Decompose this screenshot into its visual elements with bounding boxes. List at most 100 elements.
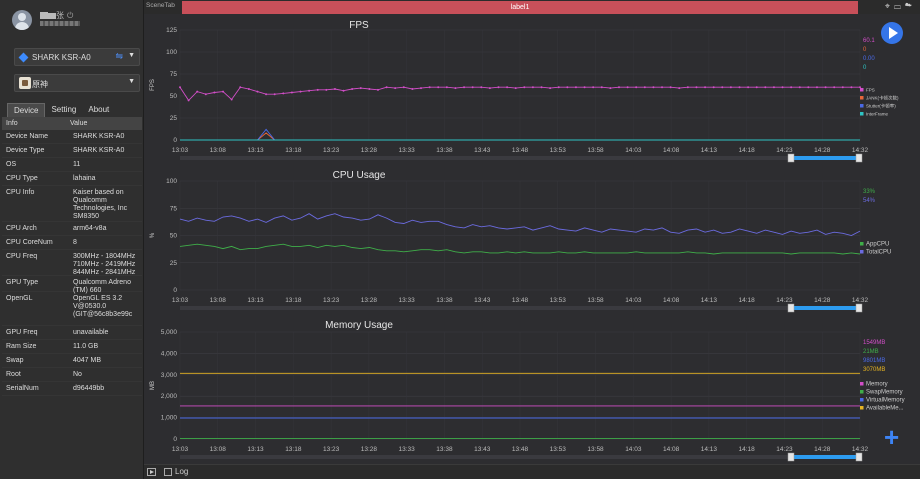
scene-label-bar[interactable]: label1 [182,1,858,14]
data-point [204,93,207,96]
legend-swatch[interactable] [860,104,864,108]
x-tick-label: 13:03 [172,147,189,154]
legend-swatch[interactable] [860,88,864,92]
scene-tab[interactable]: SceneTab [146,2,175,9]
legend-label[interactable]: JANK(卡顿次数) [866,95,899,102]
range-handle[interactable] [787,153,795,163]
legend-label[interactable]: Memory [866,382,888,388]
x-tick-label: 14:28 [814,446,831,453]
x-tick-label: 13:53 [550,147,567,154]
table-row: CPU Info Kaiser based on Qualcomm Technol… [2,186,142,222]
range-track[interactable] [180,455,860,459]
chevron-down-icon[interactable]: ▼ [128,52,135,59]
wifi-icon[interactable]: ⇋ [115,51,123,62]
y-tick-label: 3,000 [161,372,178,379]
data-point [772,86,775,89]
legend-swatch[interactable] [860,242,864,246]
x-tick-label: 14:32 [852,446,869,453]
data-point [652,86,655,89]
data-point [678,87,681,90]
power-icon[interactable]: ⏻ [67,11,73,21]
y-tick-label: 75 [170,71,178,78]
user-profile[interactable]: ▇▆张 ⏻ [6,6,140,34]
y-tick-label: 0 [173,436,177,443]
x-tick-label: 13:13 [247,297,264,304]
cloud-icon[interactable]: ☁ [905,1,916,11]
current-value: 33% [863,189,876,195]
range-handle[interactable] [787,303,795,313]
current-value: 0.00 [863,56,875,62]
info-key: GPU Type [6,279,39,286]
y-axis-label: MB [150,381,156,390]
log-checkbox[interactable] [164,468,172,476]
tab-device[interactable]: Device [7,103,46,117]
current-value: 0 [863,47,867,53]
data-point [695,86,698,89]
range-selection[interactable] [790,306,860,310]
info-key: CPU Freq [6,253,38,260]
data-point [359,87,362,90]
data-point [480,86,483,89]
table-header: Info Value [2,117,142,130]
legend-swatch[interactable] [860,112,864,116]
range-handle[interactable] [787,452,795,462]
data-point [859,86,861,89]
data-point [463,86,466,89]
chart-title: CPU Usage [333,170,386,181]
range-track[interactable] [180,306,860,310]
legend-swatch[interactable] [860,390,864,394]
data-point [704,86,707,89]
location-icon[interactable]: ⌖ [885,1,894,11]
folder-icon[interactable]: ▭ [894,1,905,11]
avatar[interactable] [12,10,32,30]
legend-label[interactable]: VirtualMemory [866,398,905,404]
legend-swatch[interactable] [860,398,864,402]
x-tick-label: 13:38 [436,446,453,453]
data-point [376,88,379,91]
range-selection[interactable] [790,156,860,160]
legend-swatch[interactable] [860,96,864,100]
legend-swatch[interactable] [860,382,864,386]
add-chart-button[interactable]: + [884,424,899,450]
x-tick-label: 14:23 [776,147,793,154]
play-icon[interactable] [147,468,156,476]
x-tick-label: 13:53 [550,446,567,453]
range-track[interactable] [180,156,860,160]
x-tick-label: 14:18 [739,147,756,154]
legend-label[interactable]: AppCPU [866,242,889,248]
table-row: GPU Freq unavailable [2,326,142,340]
legend-swatch[interactable] [860,406,864,410]
x-tick-label: 13:03 [172,297,189,304]
y-tick-label: 100 [166,178,177,185]
legend-label[interactable]: InterFrame [866,112,889,117]
data-point [471,86,474,89]
data-point [841,86,844,89]
legend-label[interactable]: SwapMemory [866,390,903,396]
legend-label[interactable]: FPS [866,88,875,93]
range-handle[interactable] [855,303,863,313]
x-tick-label: 13:23 [323,297,340,304]
current-value: 1549MB [863,340,885,346]
tab-setting[interactable]: Setting [45,103,82,117]
legend-swatch[interactable] [860,250,864,254]
range-selection[interactable] [790,455,860,459]
device-selector[interactable]: SHARK KSR-A0 ⇋ ▼ [14,48,140,66]
play-button[interactable] [881,22,903,44]
data-point [222,90,225,93]
y-tick-label: 25 [170,260,178,267]
x-tick-label: 13:58 [587,446,604,453]
chevron-down-icon[interactable]: ▼ [128,78,135,85]
range-handle[interactable] [855,153,863,163]
legend-label[interactable]: Stutter(卡顿率) [866,103,896,110]
info-key: Swap [6,357,24,364]
range-handle[interactable] [855,452,863,462]
current-value: 3070MB [863,367,885,373]
info-value: arm64-v8a [73,225,107,232]
x-tick-label: 14:13 [701,147,718,154]
legend-label[interactable]: AvailableMe... [866,406,904,412]
info-key: CPU Arch [6,225,37,232]
log-label: Log [175,467,189,476]
tab-about[interactable]: About [82,103,115,117]
app-selector[interactable]: 原神 ▼ [14,74,140,92]
legend-label[interactable]: TotalCPU [866,250,891,256]
